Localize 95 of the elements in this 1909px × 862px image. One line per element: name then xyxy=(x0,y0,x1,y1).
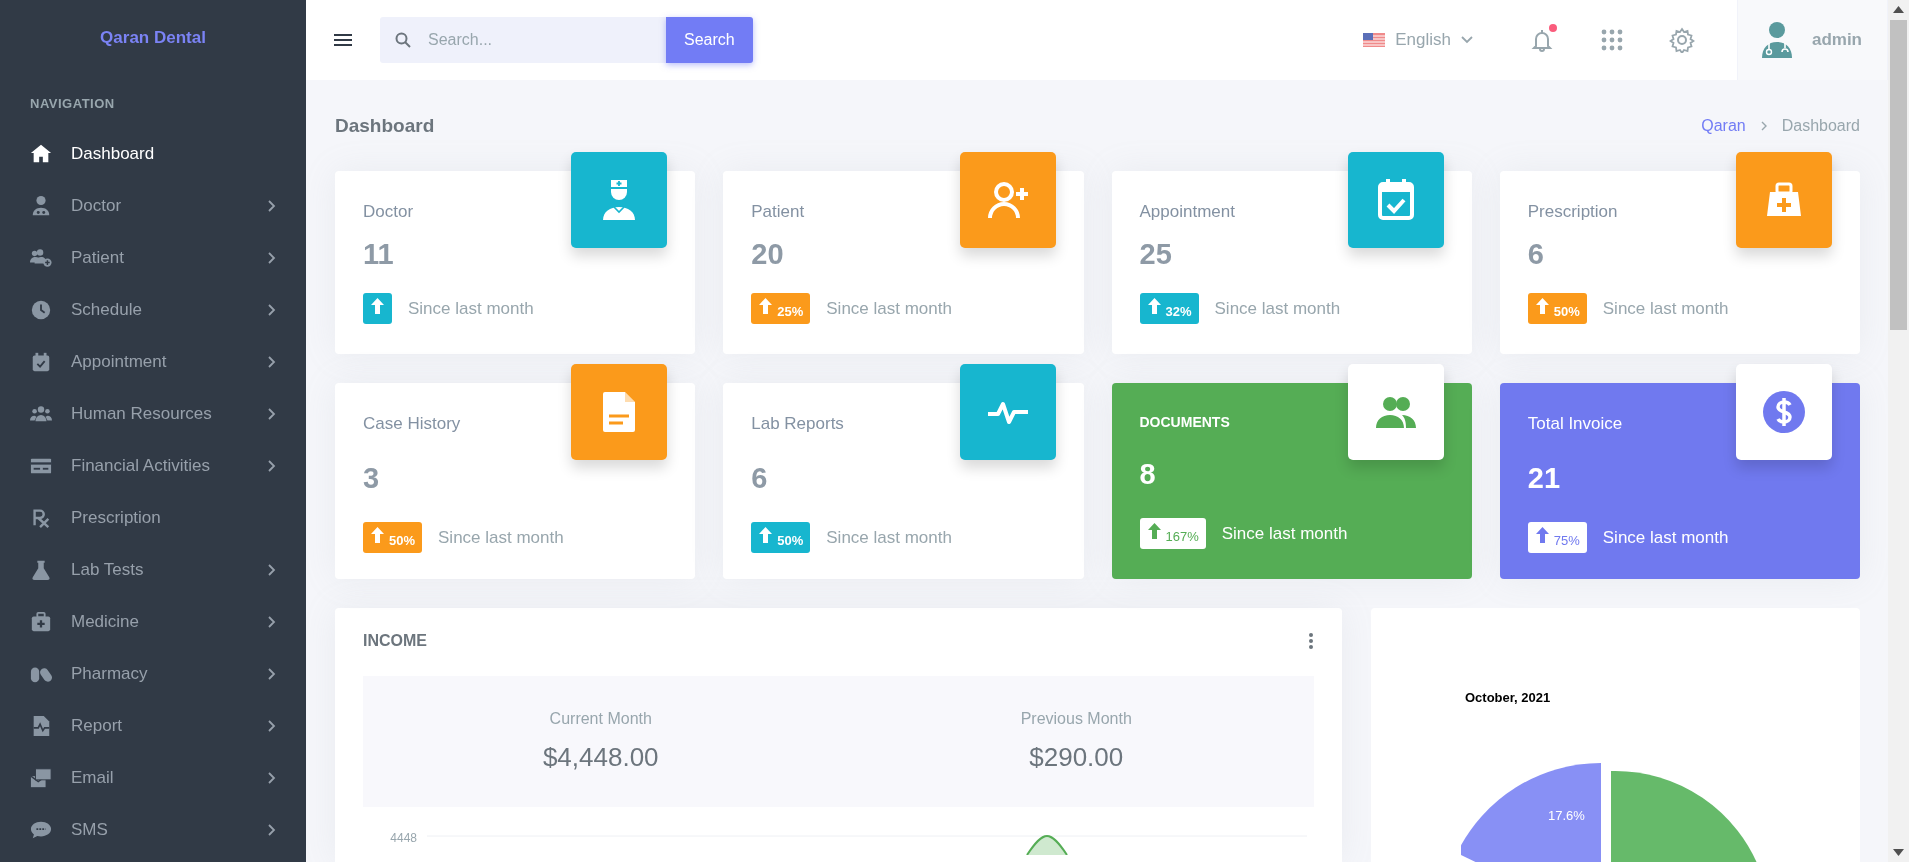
slice-percent-label: 17.6% xyxy=(1548,808,1585,823)
card-title: DOCUMENTS xyxy=(1139,414,1231,430)
sidebar-item[interactable]: Pharmacy xyxy=(0,648,306,700)
sidebar-item[interactable]: Appointment xyxy=(0,336,306,388)
card-value: 3 xyxy=(363,462,381,495)
menu-icon[interactable] xyxy=(332,31,354,49)
user-plus-icon xyxy=(30,247,52,269)
user-menu[interactable]: admin xyxy=(1736,0,1888,80)
search-icon xyxy=(395,32,411,48)
card-caption: Since last month xyxy=(438,527,564,548)
flask-icon xyxy=(30,559,52,581)
card-title: Appointment xyxy=(1139,202,1236,222)
user-name: admin xyxy=(1811,30,1862,50)
card-caption: Since last month xyxy=(1221,523,1348,544)
card-caption: Since last month xyxy=(1602,527,1729,548)
sidebar-item[interactable]: Human Resources xyxy=(0,388,306,440)
search-button[interactable]: Search xyxy=(666,17,753,63)
arrow-up-icon xyxy=(1534,297,1550,315)
doctor-avatar-icon xyxy=(1759,22,1794,58)
arrow-up-icon xyxy=(758,297,774,315)
clock-icon xyxy=(30,299,52,321)
scrollbar-thumb[interactable] xyxy=(1890,20,1907,330)
axis-tick-label: 4448 xyxy=(389,831,417,845)
card-caption: Since last month xyxy=(826,298,952,319)
arrow-up-icon xyxy=(758,526,774,544)
trend-percent: 50% xyxy=(777,533,804,548)
sidebar-item[interactable]: Financial Activities xyxy=(0,440,306,492)
search-field[interactable]: Search... xyxy=(426,17,666,63)
breadcrumb-link[interactable]: Qaran xyxy=(1701,117,1746,135)
chevron-down-icon xyxy=(1460,36,1473,44)
more-options-button[interactable] xyxy=(1308,632,1314,650)
prescription-icon xyxy=(30,507,52,529)
summary-label: Current Month xyxy=(549,710,652,728)
sidebar-item[interactable]: Report xyxy=(0,700,306,752)
language-selector[interactable]: English xyxy=(1357,29,1479,51)
card-title: Case History xyxy=(363,414,462,434)
summary-amount: $290.00 xyxy=(1029,742,1124,773)
scroll-up-icon[interactable] xyxy=(1893,6,1904,13)
summary-label: Previous Month xyxy=(1020,710,1132,728)
dollar-circle-icon xyxy=(1760,388,1808,436)
home-icon xyxy=(30,143,52,165)
card-title: Lab Reports xyxy=(751,414,845,434)
card-title: INCOME xyxy=(363,632,427,650)
trend-percent: 50% xyxy=(1553,304,1580,319)
trend-percent: 32% xyxy=(1165,304,1192,319)
doctor-icon xyxy=(30,195,52,217)
arrow-up-icon xyxy=(1534,526,1550,544)
chart-title: October, 2021 xyxy=(1465,690,1551,705)
summary-amount: $4,448.00 xyxy=(542,742,659,773)
arrow-up-icon xyxy=(370,297,385,315)
trend-percent: 167% xyxy=(1165,529,1199,544)
brand-logo-text: Qaran Dental xyxy=(99,27,207,49)
sidebar-item[interactable]: Patient xyxy=(0,232,306,284)
card-value: 20 xyxy=(751,238,785,271)
card-value: 21 xyxy=(1527,462,1561,495)
medkit-icon xyxy=(30,611,52,633)
card-value: 6 xyxy=(751,462,769,495)
nav-heading: NAVIGATION xyxy=(29,95,116,113)
envelope-icon xyxy=(30,767,52,789)
chevron-right-icon xyxy=(1759,121,1768,131)
arrow-up-icon xyxy=(1146,297,1162,315)
card-caption: Since last month xyxy=(1214,298,1341,319)
sidebar-item[interactable]: Schedule xyxy=(0,284,306,336)
card-caption: Since last month xyxy=(826,527,952,548)
sidebar-item[interactable]: Dashboard xyxy=(0,128,306,180)
arrow-up-icon xyxy=(370,526,385,544)
flag-icon xyxy=(1363,33,1386,47)
card-value: 25 xyxy=(1139,238,1173,271)
kebab-menu-icon xyxy=(1308,632,1314,650)
sidebar-item[interactable]: SMS xyxy=(0,804,306,856)
card-title: Patient xyxy=(751,202,806,222)
card-title: Prescription xyxy=(1527,202,1619,222)
chat-bubble-icon xyxy=(30,819,52,841)
card-value: 6 xyxy=(1527,238,1545,271)
settings-icon[interactable] xyxy=(1668,27,1695,53)
scroll-down-icon[interactable] xyxy=(1893,849,1904,856)
sidebar-item[interactable]: Lab Tests xyxy=(0,544,306,596)
breadcrumb-current: Dashboard xyxy=(1781,117,1860,135)
trend-percent: 75% xyxy=(1553,533,1580,548)
card-value: 11 xyxy=(363,238,395,271)
page-title: Dashboard xyxy=(335,115,436,137)
trend-percent: 25% xyxy=(777,304,804,319)
sidebar-item[interactable]: Prescription xyxy=(0,492,306,544)
card-value: 8 xyxy=(1139,458,1157,491)
card-caption: Since last month xyxy=(408,298,534,319)
calendar-check-icon xyxy=(30,351,52,373)
sidebar-item[interactable]: Doctor xyxy=(0,180,306,232)
card-caption: Since last month xyxy=(1602,298,1729,319)
sidebar-item[interactable]: Medicine xyxy=(0,596,306,648)
scrollbar[interactable] xyxy=(1888,0,1909,862)
trend-percent: 50% xyxy=(389,533,416,548)
arrow-up-icon xyxy=(1146,522,1162,540)
sidebar-item[interactable]: Email xyxy=(0,752,306,804)
card-title: Doctor xyxy=(363,202,415,222)
card-title: Total Invoice xyxy=(1527,414,1624,434)
